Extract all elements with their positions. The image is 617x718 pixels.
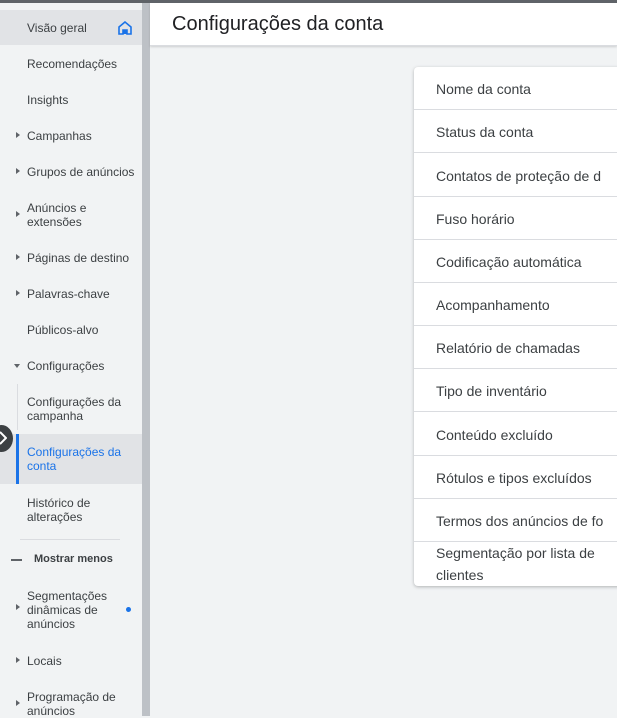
- sidebar-item-audiences[interactable]: Públicos-alvo: [0, 316, 142, 344]
- sidebar-item-landing-pages[interactable]: Páginas de destino: [0, 244, 142, 272]
- setting-row-protection-contacts[interactable]: Contatos de proteção de d: [414, 153, 617, 197]
- sidebar-item-settings[interactable]: Configurações: [0, 352, 142, 380]
- chevron-down-icon: [14, 364, 20, 368]
- sidebar-nav: Visão geral Recomendações Insights Campa…: [0, 0, 142, 718]
- setting-row-account-status[interactable]: Status da conta: [414, 110, 617, 153]
- sidebar-item-label: Configurações da conta: [27, 445, 122, 473]
- setting-row-account-name[interactable]: Nome da conta: [414, 67, 617, 110]
- page-header: Configurações da conta: [150, 3, 617, 46]
- minus-icon: [11, 559, 22, 561]
- setting-label: Codificação automática: [436, 254, 582, 270]
- settings-card: Nome da conta Status da conta Contatos d…: [414, 67, 617, 586]
- setting-row-auto-tagging[interactable]: Codificação automática: [414, 240, 617, 283]
- sidebar-item-account-settings[interactable]: Configurações da conta: [0, 434, 142, 484]
- setting-row-time-zone[interactable]: Fuso horário: [414, 197, 617, 240]
- setting-row-excluded-content[interactable]: Conteúdo excluído: [414, 412, 617, 456]
- sidebar-item-change-history[interactable]: Histórico de alterações: [0, 489, 142, 531]
- sidebar-item-label: Páginas de destino: [27, 251, 130, 265]
- sidebar-item-label: Palavras-chave: [27, 287, 110, 301]
- setting-row-customer-match[interactable]: Segmentação por lista de clientes: [414, 542, 617, 586]
- show-less-label: Mostrar menos: [34, 553, 113, 565]
- sidebar-item-label: Locais: [27, 654, 62, 668]
- sidebar-item-label: Histórico de alterações: [27, 496, 91, 524]
- sidebar-item-label: Programação de anúncios: [27, 690, 116, 718]
- sidebar-item-insights[interactable]: Insights: [0, 86, 142, 114]
- sidebar-item-keywords[interactable]: Palavras-chave: [0, 280, 142, 308]
- setting-label: Tipo de inventário: [436, 383, 547, 399]
- setting-label: Relatório de chamadas: [436, 340, 580, 356]
- setting-label: Status da conta: [436, 124, 534, 140]
- sidebar-item-campaign-settings[interactable]: Configurações da campanha: [0, 388, 142, 430]
- chevron-right-icon: [16, 604, 20, 610]
- chevron-right-icon: [16, 168, 20, 174]
- sidebar-item-ad-schedule[interactable]: Programação de anúncios: [0, 683, 142, 718]
- setting-label: Contatos de proteção de d: [436, 168, 602, 184]
- sidebar-item-campaigns[interactable]: Campanhas: [0, 122, 142, 150]
- setting-label: Nome da conta: [436, 81, 531, 97]
- setting-label: Conteúdo excluído: [436, 427, 553, 443]
- setting-label: Acompanhamento: [436, 297, 550, 313]
- sidebar-item-overview[interactable]: Visão geral: [0, 10, 142, 45]
- setting-row-call-reporting[interactable]: Relatório de chamadas: [414, 326, 617, 369]
- chevron-right-icon: [16, 254, 20, 260]
- chevron-right-icon: [0, 431, 7, 445]
- home-icon: [118, 21, 132, 35]
- sidebar-item-label: Recomendações: [27, 57, 118, 71]
- setting-row-tracking[interactable]: Acompanhamento: [414, 283, 617, 326]
- top-border: [0, 0, 617, 3]
- sidebar-item-label: Configurações da campanha: [27, 395, 122, 423]
- sidebar-item-label: Públicos-alvo: [27, 323, 99, 337]
- sidebar-item-label: Segmentações dinâmicas de anúncios: [27, 589, 108, 631]
- setting-label: Fuso horário: [436, 211, 515, 227]
- sidebar-item-label: Anúncios e extensões: [27, 201, 87, 229]
- sidebar-item-label: Insights: [27, 93, 69, 107]
- setting-row-ad-terms[interactable]: Termos dos anúncios de fo: [414, 499, 617, 542]
- sidebar-item-locations[interactable]: Locais: [0, 647, 142, 675]
- sidebar-item-recommendations[interactable]: Recomendações: [0, 50, 142, 78]
- sidebar-item-ads-extensions[interactable]: Anúncios e extensões: [0, 194, 142, 236]
- sidebar-item-label: Grupos de anúncios: [27, 165, 135, 179]
- chevron-right-icon: [16, 700, 20, 706]
- setting-label: Rótulos e tipos excluídos: [436, 470, 592, 486]
- sidebar-item-label: Campanhas: [27, 129, 92, 143]
- setting-row-inventory-type[interactable]: Tipo de inventário: [414, 369, 617, 412]
- show-less-button[interactable]: Mostrar menos: [0, 553, 142, 567]
- sidebar-item-ad-groups[interactable]: Grupos de anúncios: [0, 158, 142, 186]
- chevron-right-icon: [16, 290, 20, 296]
- page-title: Configurações da conta: [172, 13, 384, 35]
- chevron-right-icon: [16, 132, 20, 138]
- chevron-right-icon: [16, 211, 20, 217]
- chevron-right-icon: [16, 657, 20, 663]
- sidebar-divider: [20, 539, 120, 540]
- setting-row-excluded-labels[interactable]: Rótulos e tipos excluídos: [414, 456, 617, 499]
- sidebar-item-label: Configurações: [27, 359, 105, 373]
- new-indicator-dot: [126, 607, 131, 612]
- sidebar-scrollbar[interactable]: [142, 0, 150, 716]
- setting-label: Segmentação por lista de clientes: [436, 545, 595, 583]
- sidebar-item-label: Visão geral: [27, 21, 87, 35]
- setting-label: Termos dos anúncios de fo: [436, 513, 604, 529]
- sidebar-item-dynamic-ad-targets[interactable]: Segmentações dinâmicas de anúncios: [0, 582, 142, 634]
